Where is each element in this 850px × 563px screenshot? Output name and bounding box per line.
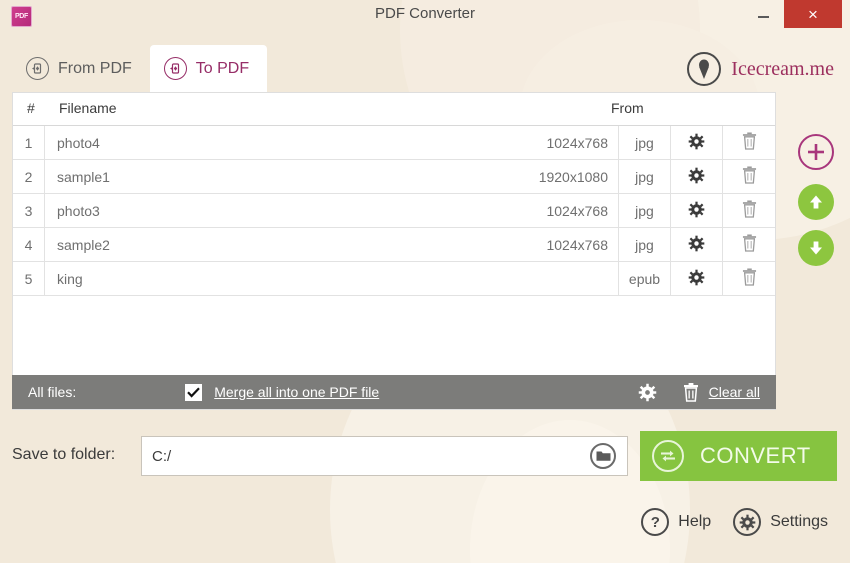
- row-format: jpg: [619, 228, 671, 261]
- row-filename: photo4: [45, 126, 546, 159]
- merge-checkbox[interactable]: [185, 384, 202, 401]
- settings-button[interactable]: Settings: [733, 508, 828, 536]
- to-pdf-icon: [164, 57, 187, 80]
- convert-refresh-icon: [652, 440, 684, 472]
- row-format: epub: [619, 262, 671, 295]
- row-delete-button[interactable]: [723, 228, 775, 261]
- gear-icon: [688, 167, 705, 187]
- convert-button[interactable]: CONVERT: [640, 431, 837, 481]
- header-number: #: [27, 100, 35, 116]
- tab-from-pdf-label: From PDF: [58, 60, 132, 78]
- file-list-grid: 1photo41024x768jpg2sample11920x1080jpg3p…: [13, 125, 775, 296]
- table-row[interactable]: 4sample21024x768jpg: [13, 228, 775, 262]
- row-delete-button[interactable]: [723, 126, 775, 159]
- title-bar: PDF PDF Converter ×: [0, 0, 850, 32]
- trash-icon: [742, 166, 757, 187]
- row-resolution: 1024x768: [546, 194, 619, 227]
- row-number: 2: [13, 160, 45, 193]
- trash-icon: [742, 132, 757, 153]
- window-title: PDF Converter: [0, 5, 850, 22]
- gear-icon: [733, 508, 761, 536]
- header-filename: Filename: [59, 100, 117, 116]
- brand-link[interactable]: Icecream.me: [687, 52, 834, 86]
- file-list-card: # Filename From 1photo41024x768jpg2sampl…: [12, 92, 776, 410]
- row-number: 4: [13, 228, 45, 261]
- header-from: From: [611, 100, 644, 116]
- gear-icon: [688, 269, 705, 289]
- save-folder-field[interactable]: C:/: [141, 436, 628, 476]
- row-format: jpg: [619, 194, 671, 227]
- arrow-up-icon: [807, 193, 825, 211]
- from-pdf-icon: [26, 57, 49, 80]
- tab-bar: From PDF To PDF: [12, 45, 267, 92]
- table-header: # Filename From: [13, 93, 775, 125]
- row-filename: sample2: [45, 228, 546, 261]
- footer-actions: ? Help: [641, 508, 828, 536]
- tab-from-pdf[interactable]: From PDF: [12, 45, 150, 92]
- row-filename: king: [45, 262, 608, 295]
- brand-name: Icecream.me: [731, 58, 834, 81]
- row-delete-button[interactable]: [723, 194, 775, 227]
- row-number: 3: [13, 194, 45, 227]
- table-row[interactable]: 3photo31024x768jpg: [13, 194, 775, 228]
- pdf-converter-window: PDF PDF Converter × From PDF: [0, 0, 850, 563]
- minimize-button[interactable]: [743, 0, 783, 28]
- row-delete-button[interactable]: [723, 160, 775, 193]
- trash-icon: [742, 268, 757, 289]
- table-row[interactable]: 1photo41024x768jpg: [13, 126, 775, 160]
- gear-icon: [688, 201, 705, 221]
- trash-icon: [742, 200, 757, 221]
- row-filename: sample1: [45, 160, 539, 193]
- row-resolution: 1024x768: [546, 126, 619, 159]
- folder-icon[interactable]: [590, 443, 616, 469]
- all-files-label: All files:: [28, 384, 76, 400]
- gear-icon: [688, 133, 705, 153]
- save-folder-input[interactable]: C:/: [152, 448, 590, 465]
- merge-all-link[interactable]: Merge all into one PDF file: [214, 384, 379, 400]
- table-row[interactable]: 5king epub: [13, 262, 775, 296]
- row-settings-button[interactable]: [671, 194, 723, 227]
- help-button[interactable]: ? Help: [641, 508, 711, 536]
- question-mark-icon: ?: [641, 508, 669, 536]
- row-filename: photo3: [45, 194, 546, 227]
- trash-icon: [742, 234, 757, 255]
- save-to-folder-label: Save to folder:: [12, 446, 115, 464]
- row-settings-button[interactable]: [671, 262, 723, 295]
- all-files-trash-icon[interactable]: [683, 383, 699, 402]
- arrow-down-icon: [807, 239, 825, 257]
- icecream-cone-icon: [687, 52, 721, 86]
- row-resolution: [608, 262, 619, 295]
- table-row[interactable]: 2sample11920x1080jpg: [13, 160, 775, 194]
- row-settings-button[interactable]: [671, 160, 723, 193]
- close-button[interactable]: ×: [784, 0, 842, 28]
- row-number: 1: [13, 126, 45, 159]
- all-files-gear-icon[interactable]: [638, 383, 657, 402]
- settings-label: Settings: [770, 513, 828, 531]
- row-format: jpg: [619, 126, 671, 159]
- row-resolution: 1024x768: [546, 228, 619, 261]
- clear-all-link[interactable]: Clear all: [709, 384, 760, 400]
- add-file-button[interactable]: [798, 134, 834, 170]
- tab-to-pdf-label: To PDF: [196, 60, 249, 78]
- row-settings-button[interactable]: [671, 228, 723, 261]
- row-resolution: 1920x1080: [539, 160, 619, 193]
- help-glyph: ?: [651, 514, 660, 531]
- plus-icon: [806, 142, 826, 162]
- all-files-bar: All files: Merge all into one PDF file: [12, 375, 776, 409]
- move-up-button[interactable]: [798, 184, 834, 220]
- move-down-button[interactable]: [798, 230, 834, 266]
- close-icon: ×: [808, 6, 818, 23]
- help-label: Help: [678, 513, 711, 531]
- row-number: 5: [13, 262, 45, 295]
- convert-label: CONVERT: [700, 443, 811, 469]
- row-delete-button[interactable]: [723, 262, 775, 295]
- tab-to-pdf[interactable]: To PDF: [150, 45, 267, 92]
- row-settings-button[interactable]: [671, 126, 723, 159]
- gear-icon: [688, 235, 705, 255]
- row-format: jpg: [619, 160, 671, 193]
- minimize-icon: [758, 16, 769, 18]
